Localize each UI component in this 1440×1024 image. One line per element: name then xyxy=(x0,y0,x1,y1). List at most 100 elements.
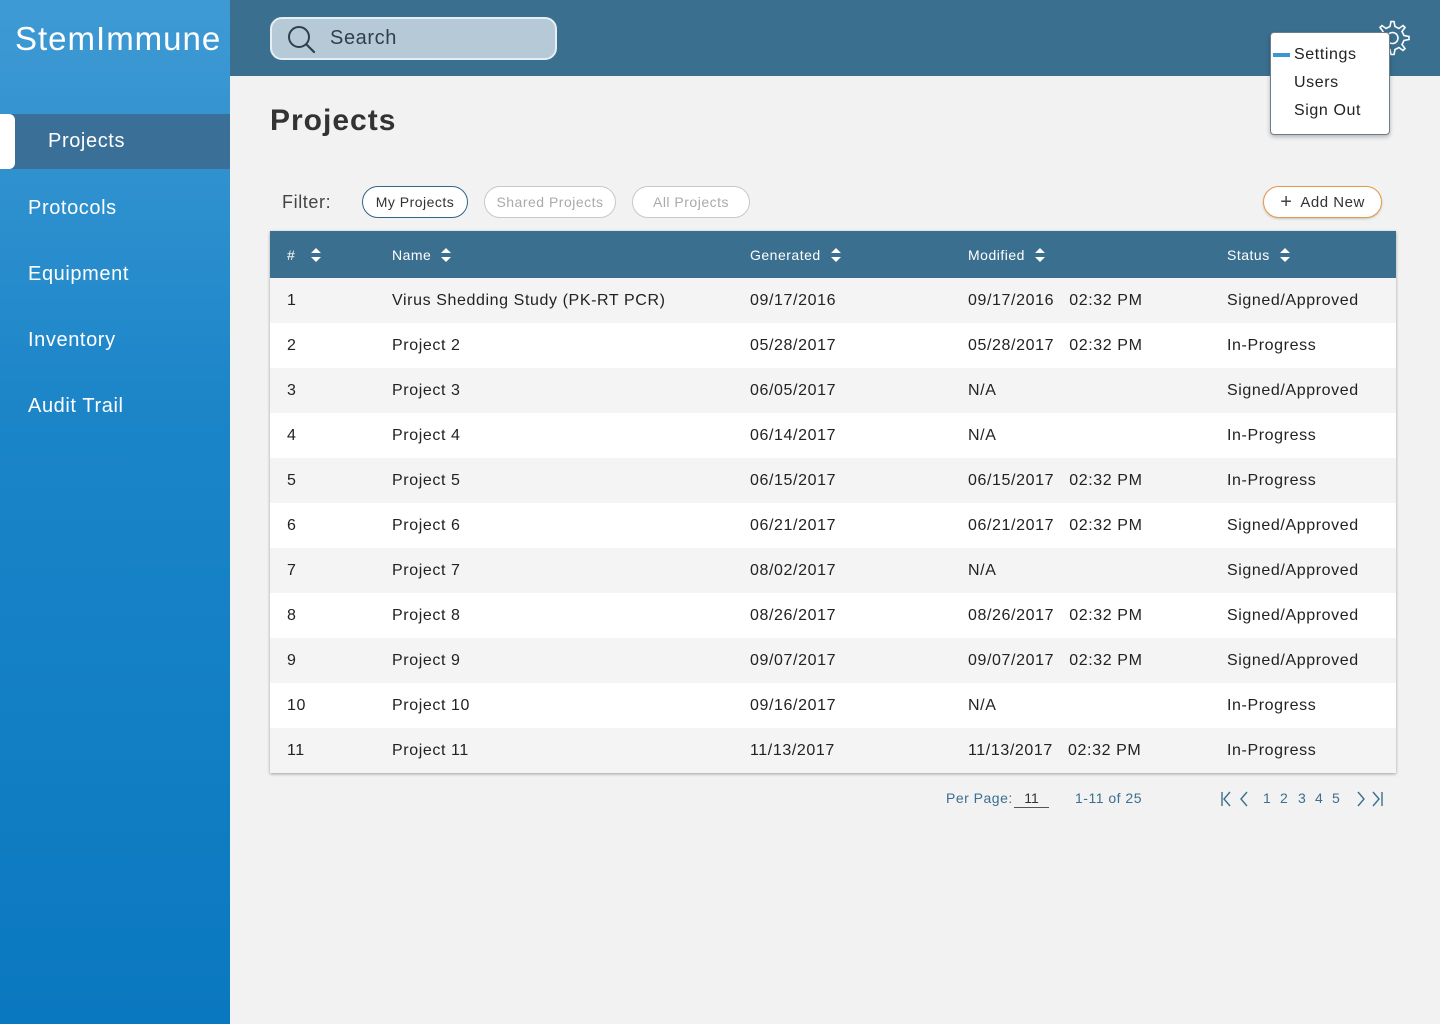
table-row[interactable]: 1 Virus Shedding Study (PK-RT PCR) 09/17/2… xyxy=(270,278,1396,323)
cell-generated: 05/28/2017 xyxy=(750,336,837,354)
cell-generated: 11/13/2017 xyxy=(750,741,835,759)
per-page-input[interactable]: 11 xyxy=(1014,790,1049,808)
app-logo: StemImmune xyxy=(15,20,222,57)
cell-modified: 09/17/2016 02:32 PM xyxy=(968,291,1143,309)
cell-name: Project 5 xyxy=(392,471,461,489)
table-row[interactable]: 4 Project 4 06/14/2017 N/A In-Progress xyxy=(270,413,1396,458)
cell-generated: 06/05/2017 xyxy=(750,381,837,399)
cell-generated: 09/17/2016 xyxy=(750,291,837,309)
page-link-5[interactable]: 5 xyxy=(1332,790,1340,806)
column-header-label: Name xyxy=(392,246,432,263)
cell-number: 6 xyxy=(287,516,297,534)
cell-modified: 05/28/2017 02:32 PM xyxy=(968,336,1143,354)
cell-name: Project 6 xyxy=(392,516,461,534)
cell-generated: 09/07/2017 xyxy=(750,651,837,669)
cell-status: Signed/Approved xyxy=(1227,291,1359,309)
table-row[interactable]: 6 Project 6 06/21/2017 06/21/2017 02:32 PM S… xyxy=(270,503,1396,548)
cell-name: Virus Shedding Study (PK-RT PCR) xyxy=(392,291,666,309)
menu-item-sign-out[interactable]: Sign Out xyxy=(1294,102,1361,120)
selected-marker xyxy=(1273,53,1290,57)
cell-number: 2 xyxy=(287,336,297,354)
search-input[interactable] xyxy=(330,27,530,50)
cell-status: Signed/Approved xyxy=(1227,606,1359,624)
column-header-status[interactable]: Status xyxy=(1227,231,1290,278)
sort-icon xyxy=(830,247,841,262)
settings-dropdown: Settings Users Sign Out xyxy=(1270,32,1390,135)
column-header-label: Modified xyxy=(968,246,1025,263)
column-header-name[interactable]: Name xyxy=(392,231,452,278)
column-header-generated[interactable]: Generated xyxy=(750,231,841,278)
cell-generated: 09/16/2017 xyxy=(750,696,837,714)
cell-generated: 06/14/2017 xyxy=(750,426,837,444)
table-row[interactable]: 9 Project 9 09/07/2017 09/07/2017 02:32 PM S… xyxy=(270,638,1396,683)
sidebar-item-label: Equipment xyxy=(28,263,130,285)
column-header-label: Status xyxy=(1227,246,1270,263)
column-header-number[interactable]: # xyxy=(287,231,322,278)
add-new-button[interactable]: + Add New xyxy=(1263,186,1382,218)
cell-name: Project 3 xyxy=(392,381,461,399)
cell-modified: 06/21/2017 02:32 PM xyxy=(968,516,1143,534)
sidebar: StemImmune Projects Protocols Equipment … xyxy=(0,0,230,1024)
first-page-icon[interactable] xyxy=(1220,790,1234,808)
menu-item-users[interactable]: Users xyxy=(1294,74,1339,92)
table-row[interactable]: 11 Project 11 11/13/2017 11/13/2017 02:32 P… xyxy=(270,728,1396,773)
sidebar-item-audit-trail[interactable]: Audit Trail xyxy=(0,379,230,434)
top-bar xyxy=(230,0,1440,76)
filter-my-projects[interactable]: My Projects xyxy=(362,186,468,218)
table-row[interactable]: 5 Project 5 06/15/2017 06/15/2017 02:32 PM I… xyxy=(270,458,1396,503)
projects-table: # Name Generated Modified Status 1 Virus … xyxy=(270,231,1396,773)
sidebar-item-label: Protocols xyxy=(28,197,117,219)
cell-name: Project 2 xyxy=(392,336,461,354)
cell-status: Signed/Approved xyxy=(1227,516,1359,534)
last-page-icon[interactable] xyxy=(1370,790,1384,808)
cell-modified: N/A xyxy=(968,561,997,579)
column-header-modified[interactable]: Modified xyxy=(968,231,1045,278)
page-link-2[interactable]: 2 xyxy=(1280,790,1288,806)
sort-icon xyxy=(1034,247,1045,262)
cell-status: In-Progress xyxy=(1227,471,1317,489)
table-row[interactable]: 2 Project 2 05/28/2017 05/28/2017 02:32 PM I… xyxy=(270,323,1396,368)
cell-name: Project 8 xyxy=(392,606,461,624)
cell-generated: 06/21/2017 xyxy=(750,516,837,534)
filter-shared-projects[interactable]: Shared Projects xyxy=(484,186,616,218)
add-new-label: Add New xyxy=(1300,193,1365,211)
menu-item-settings[interactable]: Settings xyxy=(1294,46,1357,64)
table-row[interactable]: 10 Project 10 09/16/2017 N/A In-Progress xyxy=(270,683,1396,728)
cell-generated: 08/26/2017 xyxy=(750,606,837,624)
table-row[interactable]: 3 Project 3 06/05/2017 N/A Signed/Approved xyxy=(270,368,1396,413)
cell-number: 4 xyxy=(287,426,297,444)
sidebar-item-protocols[interactable]: Protocols xyxy=(0,181,230,236)
page-link-1[interactable]: 1 xyxy=(1263,790,1271,806)
per-page-label: Per Page: xyxy=(946,790,1013,806)
page-link-3[interactable]: 3 xyxy=(1298,790,1306,806)
cell-number: 1 xyxy=(287,291,297,309)
column-header-label: Generated xyxy=(750,246,821,263)
cell-status: Signed/Approved xyxy=(1227,651,1359,669)
sort-icon xyxy=(441,247,452,262)
cell-status: In-Progress xyxy=(1227,696,1317,714)
sidebar-item-label: Inventory xyxy=(28,329,116,351)
cell-modified: N/A xyxy=(968,696,997,714)
cell-number: 11 xyxy=(287,741,305,759)
sidebar-item-equipment[interactable]: Equipment xyxy=(0,247,230,302)
search-icon xyxy=(288,25,316,53)
previous-page-icon[interactable] xyxy=(1237,790,1251,808)
sidebar-item-inventory[interactable]: Inventory xyxy=(0,313,230,368)
cell-modified: 09/07/2017 02:32 PM xyxy=(968,651,1143,669)
table-row[interactable]: 8 Project 8 08/26/2017 08/26/2017 02:32 PM S… xyxy=(270,593,1396,638)
cell-name: Project 9 xyxy=(392,651,461,669)
page-link-4[interactable]: 4 xyxy=(1315,790,1323,806)
cell-status: In-Progress xyxy=(1227,336,1317,354)
filter-all-projects[interactable]: All Projects xyxy=(632,186,750,218)
search-box[interactable] xyxy=(270,17,557,60)
next-page-icon[interactable] xyxy=(1354,790,1368,808)
cell-number: 7 xyxy=(287,561,297,579)
cell-modified: 06/15/2017 02:32 PM xyxy=(968,471,1143,489)
table-row[interactable]: 7 Project 7 08/02/2017 N/A Signed/Approved xyxy=(270,548,1396,593)
sidebar-item-projects[interactable]: Projects xyxy=(0,114,230,169)
plus-icon: + xyxy=(1280,191,1293,213)
sort-icon xyxy=(311,247,322,262)
cell-number: 5 xyxy=(287,471,297,489)
cell-modified: 11/13/2017 02:32 PM xyxy=(968,741,1142,759)
cell-number: 10 xyxy=(287,696,306,714)
